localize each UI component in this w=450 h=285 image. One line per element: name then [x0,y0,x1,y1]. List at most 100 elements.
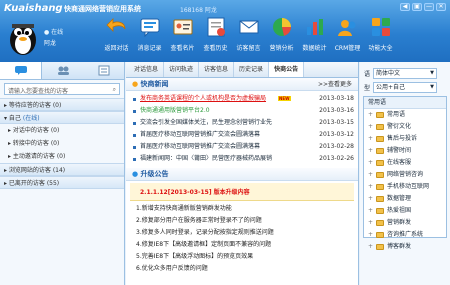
language-row: 语 简体中文 ▼ [360,66,450,80]
type-select[interactable]: 公用+自己 ▼ [373,81,438,93]
group-self[interactable]: ▾ 自己 (在线) [0,111,124,124]
user-id: 168168 阿龙 [180,7,217,14]
title-bar: Kuaishang 快商通网络营销应用系统 168168 阿龙 ● 在线 阿龙 … [0,0,450,62]
chevron-down-icon: ▼ [430,69,435,76]
upgrade-item: 5.完善IE8下【高级浮动图标】的预览页效果 [136,253,254,260]
analysis-icon [272,18,291,36]
view-card-button[interactable]: 查看名片 [166,15,199,61]
folder-icon [376,220,384,226]
news-item[interactable]: 首届医疗移动互联网营销推广交流会圆满落幕 2013-02-28 [132,141,354,153]
tab-announcements[interactable]: 快商公告 [269,62,305,77]
folder-icon [376,244,384,250]
content-tabs: 对话信息 访问轨迹 访客信息 历史记录 快商公告 [126,62,358,78]
upgrade-version-title: 2.1.1.12[2013-03-15] 版本升级内容 [130,183,354,201]
tab-colleagues[interactable] [42,62,83,79]
group-left[interactable]: ▸ 已离开的访客 (55) [0,176,124,189]
chat-icon [14,66,27,75]
visitor-panel: 请输入您要查找的访客 ⌕ ▸ 等待应答的访客 (0) ▾ 自己 (在线) ▸ 对… [0,62,125,285]
upgrade-item: 3.修复多人同时登录，记录分配按指定规则推送问题 [136,229,274,236]
folder-icon [376,160,384,166]
language-select[interactable]: 简体中文 ▼ [373,67,438,79]
penguin-avatar-icon[interactable] [6,16,40,56]
folder-item[interactable]: + 售后与投诉 [364,133,446,145]
marketing-analysis-button[interactable]: 营销分析 [265,15,298,61]
sub-transferring[interactable]: ▸ 转接中的访客 (0) [0,137,124,150]
search-icon[interactable]: ⌕ [113,86,116,94]
news-item[interactable]: 首届医疗移动互联网营销推广交流会圆满落幕 2013-03-12 [132,129,354,141]
tab-visitors[interactable] [0,62,42,79]
news-item[interactable]: 快商通通用版营销平台2.0 2013-03-16 [132,105,354,117]
online-status[interactable]: ● 在线 [44,27,63,36]
window-controls: ◀ ▣ — ✕ [400,3,446,11]
news-list: 发布商务英语课程的个人或机构是否为虚报骗局 NEW 2013-03-18 快商通通用… [126,91,358,165]
upgrade-item: 2.修复部分用户在服务器正常时登录不了的问题 [136,217,262,224]
folder-item[interactable]: + 手机移动互联网 [364,181,446,193]
folder-item[interactable]: + 热爱祖国 [364,205,446,217]
folder-item[interactable]: + 警衍文化 [364,121,446,133]
folder-item[interactable]: + 博客群发 [364,241,446,253]
minimize-button[interactable]: — [424,3,434,11]
news-item[interactable]: 福建新闻网：中国〈莆田〉民营医疗器械药品展销 2013-02-26 [132,153,354,165]
main-toolbar: 返回对话 消息记录 查看名片 查看历史 访客留言 营销分析 数据统计 CRM管理… [100,15,397,61]
business-card-icon [173,19,192,35]
news-item[interactable]: 发布商务英语课程的个人或机构是否为虚报骗局 NEW 2013-03-18 [132,93,354,105]
message-history-button[interactable]: 消息记录 [133,15,166,61]
folder-icon [376,124,384,130]
folder-icon [376,196,384,202]
folder-icon [376,136,384,142]
upgrade-header: ● 升级公告 [126,168,358,181]
upgrade-item: 4.修复IE8下【高级邀请框】定制页面不兼容的问题 [136,241,272,248]
app-title: 快商通网络营销应用系统 [64,5,141,13]
news-header: ● 快商新闻 >>查看更多 [126,78,358,91]
folder-item[interactable]: + 数据管理 [364,193,446,205]
visitor-message-button[interactable]: 访客留言 [232,15,265,61]
all-functions-button[interactable]: 功能大全 [364,15,397,61]
tab-visitor-info[interactable]: 访客信息 [199,62,235,77]
skin-button[interactable]: ◀ [400,3,410,11]
folder-item[interactable]: + 在线客服 [364,157,446,169]
tab-visit-track[interactable]: 访问轨迹 [164,62,200,77]
common-phrases-header: 常用语 [364,97,446,109]
visitor-search-input[interactable]: 请输入您要查找的访客 ⌕ [4,83,120,95]
statistics-icon [306,19,323,35]
tab-messages[interactable] [83,62,124,79]
sub-invited[interactable]: ▸ 主动邀请的访客 (0) [0,150,124,163]
upgrade-item: 1.新增支持快商通新版营销群发功能 [136,205,232,212]
group-browsing[interactable]: ▸ 浏览网站的访客 (14) [0,163,124,176]
username: 阿龙 [44,40,57,47]
menu-button[interactable]: ▣ [412,3,422,11]
folder-icon [376,148,384,154]
main-content: 对话信息 访问轨迹 访客信息 历史记录 快商公告 ● 快商新闻 >>查看更多 发… [126,62,359,285]
folder-icon [376,232,384,238]
group-waiting[interactable]: ▸ 等待应答的访客 (0) [0,98,124,111]
data-statistics-button[interactable]: 数据统计 [298,15,331,61]
visitor-tabs [0,62,124,80]
close-button[interactable]: ✕ [436,3,446,11]
folder-icon [376,172,384,178]
view-history-button[interactable]: 查看历史 [199,15,232,61]
message-icon [239,20,258,34]
chevron-down-icon: ▼ [430,83,435,90]
more-news-link[interactable]: >>查看更多 [318,78,352,91]
people-icon [57,66,69,75]
folder-item[interactable]: + 辅警时间 [364,145,446,157]
history-icon [207,17,225,37]
new-badge: NEW [278,96,291,101]
note-icon [98,65,109,76]
speech-bubble-icon [140,18,159,38]
sub-chatting[interactable]: ▸ 对话中的访客 (0) [0,124,124,137]
type-row: 型 公用+自己 ▼ [360,80,450,94]
folder-item[interactable]: + 营销群发 [364,217,446,229]
tab-history[interactable]: 历史记录 [234,62,270,77]
folder-item[interactable]: + 网络营销咨询 [364,169,446,181]
crm-management-button[interactable]: CRM管理 [331,15,364,61]
folder-item[interactable]: + 咨询推广系统 [364,229,446,241]
folder-icon [376,184,384,190]
news-item[interactable]: 交流会引发全国媒体关注，民生理念创营销行业先 2013-03-15 [132,117,354,129]
functions-icon [371,18,390,36]
tab-chat-info[interactable]: 对话信息 [129,62,165,77]
back-to-chat-button[interactable]: 返回对话 [100,15,133,61]
app-logo: Kuaishang [4,3,63,14]
folder-icon [376,208,384,214]
folder-item[interactable]: + 常用语 [364,109,446,121]
